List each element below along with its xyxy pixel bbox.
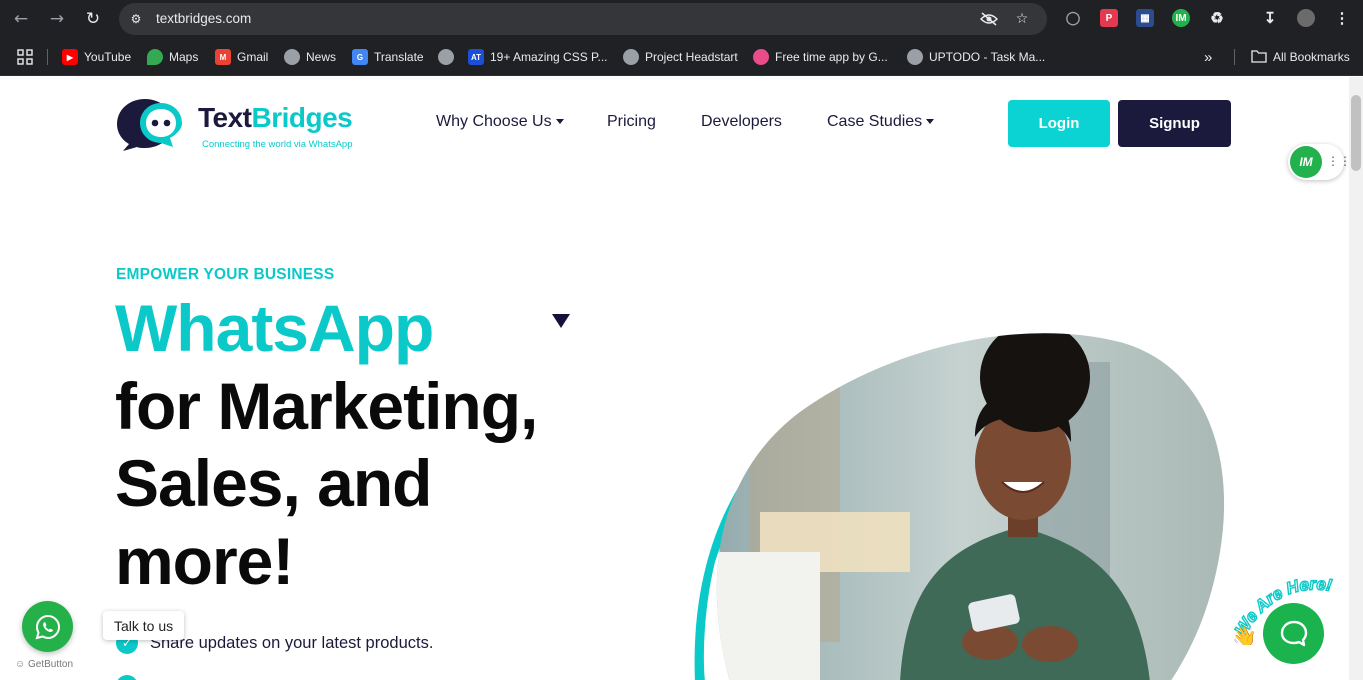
- bookmark-label: Free time app by G...: [775, 50, 888, 64]
- bookmark-translate[interactable]: G Translate: [352, 48, 424, 66]
- live-chat-button[interactable]: [1263, 603, 1324, 664]
- getbutton-label: GetButton: [28, 659, 74, 670]
- reload-button[interactable]: ↻: [80, 7, 106, 31]
- bookmark-label: Maps: [169, 50, 199, 64]
- im-floating-widget[interactable]: IM ⋮⋮: [1288, 144, 1349, 180]
- all-bookmarks-label: All Bookmarks: [1273, 50, 1350, 64]
- web-page: TextBridges Connecting the world via Wha…: [0, 77, 1349, 680]
- globe-icon: [284, 49, 300, 65]
- globe-icon: [623, 49, 639, 65]
- signup-button[interactable]: Signup: [1118, 100, 1231, 147]
- drag-handle-icon[interactable]: ⋮⋮: [1327, 154, 1349, 168]
- bookmark-separator: [1234, 49, 1235, 65]
- bookmark-news[interactable]: News: [284, 48, 336, 66]
- waving-hand-icon: 👋: [1232, 624, 1257, 645]
- eye-off-icon[interactable]: [979, 10, 999, 28]
- address-bar[interactable]: ⚙ textbridges.com ☆: [119, 3, 1047, 35]
- profile-avatar[interactable]: [1297, 9, 1315, 27]
- star-icon[interactable]: ☆: [1012, 10, 1032, 28]
- bookmark-label: UPTODO - Task Ma...: [929, 50, 1046, 64]
- more-bookmarks-button[interactable]: »: [1204, 48, 1212, 66]
- nav-pricing[interactable]: Pricing: [607, 113, 656, 131]
- apps-grid-icon[interactable]: [17, 48, 33, 66]
- bookmark-label: YouTube: [84, 50, 132, 64]
- bookmark-uptodo[interactable]: UPTODO - Task Ma...: [907, 48, 1045, 66]
- bookmark-free-time-app[interactable]: Free time app by G...: [753, 48, 888, 66]
- hero-title-line-3: Sales, and: [115, 446, 432, 520]
- bookmark-project-headstart[interactable]: Project Headstart: [623, 48, 738, 66]
- decor-triangle: [552, 314, 570, 328]
- site-settings-icon[interactable]: ⚙: [128, 11, 144, 27]
- folder-icon: [1251, 49, 1267, 66]
- bookmark-youtube[interactable]: ▶ YouTube: [62, 48, 131, 66]
- caret-down-icon: [555, 119, 564, 125]
- whatsapp-icon: [35, 614, 60, 639]
- bookmark-label: Project Headstart: [645, 50, 738, 64]
- back-button[interactable]: ←: [8, 7, 34, 31]
- page-scrollbar[interactable]: [1349, 77, 1363, 680]
- bookmark-gmail[interactable]: M Gmail: [215, 48, 268, 66]
- youtube-icon: ▶: [62, 49, 78, 65]
- at-icon: AT: [468, 49, 484, 65]
- extension-icon-a[interactable]: ◯: [1064, 9, 1082, 27]
- site-logo[interactable]: TextBridges Connecting the world via Wha…: [115, 95, 375, 153]
- dribbble-icon: [753, 49, 769, 65]
- chat-bubble-icon: [1280, 620, 1307, 646]
- globe-icon: [907, 49, 923, 65]
- chat-bubbles-logo-icon: [117, 99, 182, 151]
- bookmarks-bar: ▶ YouTube Maps M Gmail News G Translate …: [0, 38, 1363, 76]
- getbutton-credit[interactable]: ☺ GetButton: [15, 659, 73, 670]
- gmail-icon: M: [215, 49, 231, 65]
- forward-button[interactable]: →: [44, 7, 70, 31]
- nav-developers[interactable]: Developers: [701, 113, 782, 131]
- caret-down-icon: [926, 119, 935, 125]
- maps-icon: [147, 49, 163, 65]
- translate-icon: G: [352, 49, 368, 65]
- bookmark-label: Translate: [374, 50, 424, 64]
- login-button[interactable]: Login: [1008, 100, 1110, 147]
- im-badge: IM: [1290, 146, 1322, 178]
- talk-to-us-tooltip[interactable]: Talk to us: [103, 611, 185, 640]
- browser-toolbar: ← → ↻ ⚙ textbridges.com ☆ ◯ P ▦ IM ♻ ↧ ⋮: [0, 0, 1363, 38]
- nav-case-studies[interactable]: Case Studies: [827, 113, 935, 131]
- feature-bullet-text: Share updates on your latest products.: [150, 633, 434, 652]
- hero-title-line-4: more!: [115, 524, 294, 598]
- bookmark-maps[interactable]: Maps: [147, 48, 198, 66]
- extensions-puzzle-icon[interactable]: ♻: [1208, 9, 1226, 27]
- bookmark-label: 19+ Amazing CSS P...: [490, 50, 608, 64]
- menu-kebab-icon[interactable]: ⋮: [1333, 9, 1351, 27]
- hero-title-line-2: for Marketing,: [115, 369, 538, 443]
- pocket-extension-icon[interactable]: P: [1100, 9, 1118, 27]
- bookmark-separator: [47, 49, 48, 65]
- scrollbar-thumb[interactable]: [1351, 95, 1361, 171]
- bookmark-label: Gmail: [237, 50, 269, 64]
- all-bookmarks-button[interactable]: All Bookmarks: [1251, 48, 1350, 66]
- globe-icon: [438, 49, 454, 65]
- url-text[interactable]: textbridges.com: [156, 11, 251, 26]
- hero-eyebrow: EMPOWER YOUR BUSINESS: [116, 266, 335, 283]
- logo-tagline: Connecting the world via WhatsApp: [202, 139, 353, 150]
- im-extension-icon[interactable]: IM: [1172, 9, 1190, 27]
- hero-woman-with-phone-image: [694, 333, 1225, 680]
- bookmark-css[interactable]: AT 19+ Amazing CSS P...: [468, 48, 608, 66]
- extension-icon-b[interactable]: ▦: [1136, 9, 1154, 27]
- nav-why-choose-us[interactable]: Why Choose Us: [436, 113, 564, 131]
- download-icon[interactable]: ↧: [1261, 9, 1279, 27]
- bookmark-label: News: [306, 50, 337, 64]
- hero-title-accent: WhatsApp: [115, 291, 434, 365]
- logo-wordmark: TextBridges: [198, 102, 353, 133]
- whatsapp-chat-button[interactable]: [22, 601, 73, 652]
- check-icon: [116, 675, 138, 680]
- bookmark-globe[interactable]: [438, 48, 454, 66]
